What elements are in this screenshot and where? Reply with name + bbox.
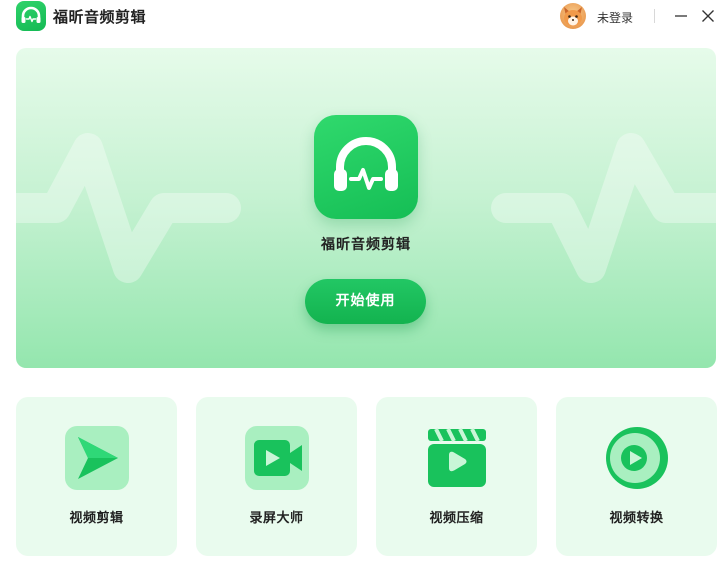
close-button[interactable] xyxy=(697,5,719,27)
tool-label: 视频剪辑 xyxy=(69,511,124,526)
video-camera-icon xyxy=(245,426,309,490)
app-logo-icon xyxy=(16,1,46,31)
tool-card-video-edit[interactable]: 视频剪辑 xyxy=(16,397,177,556)
titlebar-divider xyxy=(654,9,655,23)
tool-label: 视频压缩 xyxy=(429,511,484,526)
play-circle-icon xyxy=(606,427,668,489)
app-title: 福昕音频剪辑 xyxy=(53,8,147,26)
title-bar: 福昕音频剪辑 未登录 xyxy=(0,0,720,34)
hero-app-logo xyxy=(314,115,418,219)
close-icon xyxy=(702,10,714,22)
start-button[interactable]: 开始使用 xyxy=(305,279,426,324)
hero-app-name: 福昕音频剪辑 xyxy=(321,237,411,253)
tool-card-video-compress[interactable]: 视频压缩 xyxy=(376,397,537,556)
fox-avatar-icon[interactable] xyxy=(560,3,586,29)
headphones-pulse-icon xyxy=(334,137,398,191)
tool-card-video-convert[interactable]: 视频转换 xyxy=(556,397,717,556)
play-arrow-icon xyxy=(65,426,129,490)
decorative-wave-icon xyxy=(16,133,241,283)
tool-card-screen-record[interactable]: 录屏大师 xyxy=(196,397,357,556)
clapperboard-icon xyxy=(428,428,486,487)
minimize-icon xyxy=(675,15,687,17)
tool-label: 视频转换 xyxy=(609,511,664,526)
hero-banner: 福昕音频剪辑 开始使用 xyxy=(16,48,716,368)
minimize-button[interactable] xyxy=(670,5,692,27)
tool-label: 录屏大师 xyxy=(249,511,304,526)
login-status-link[interactable]: 未登录 xyxy=(597,9,633,26)
decorative-wave-icon xyxy=(491,133,716,283)
